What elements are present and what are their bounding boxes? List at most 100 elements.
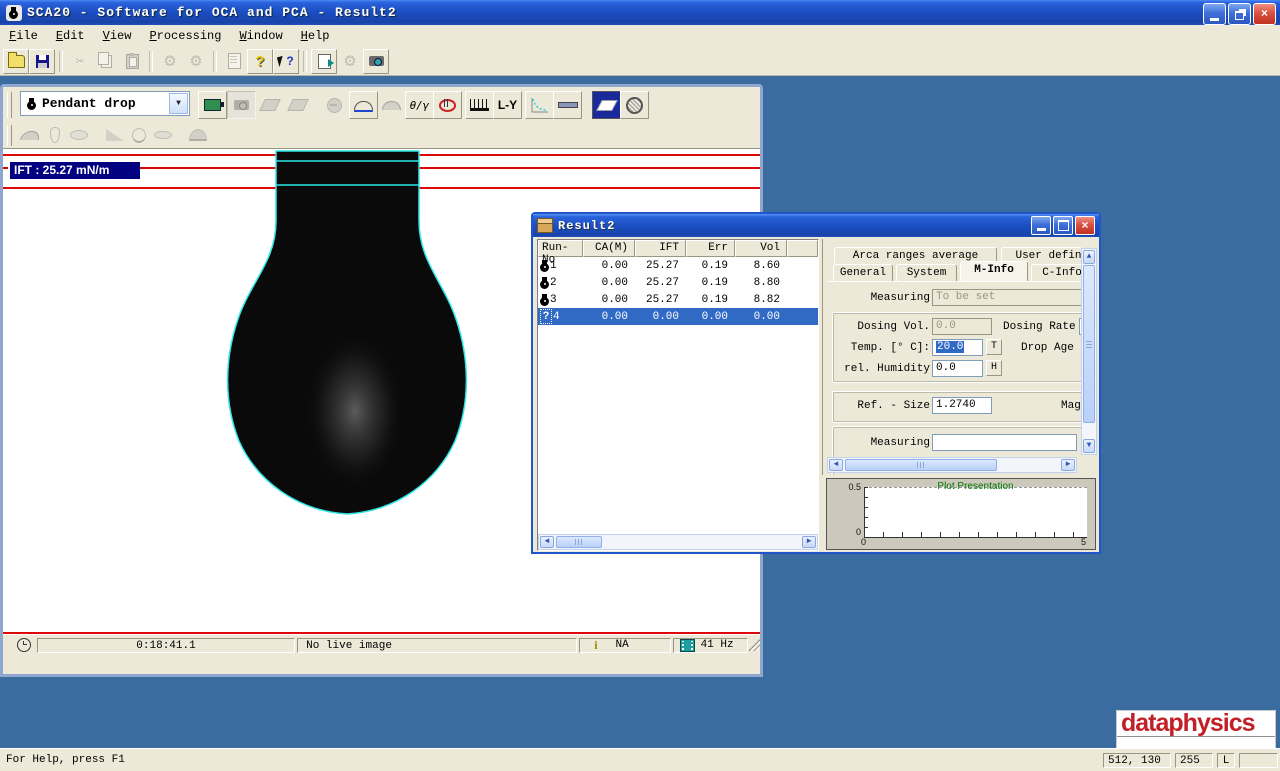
eraser-icon xyxy=(596,100,618,111)
snapshot-button[interactable] xyxy=(363,49,389,74)
open-file-button[interactable] xyxy=(3,49,29,74)
table-header-row: Run-No CA(M) IFT Err Vol xyxy=(538,240,818,257)
decay-curve-button[interactable] xyxy=(525,91,554,119)
dropdown-arrow-icon[interactable]: ▼ xyxy=(169,93,188,114)
toolbar-separator xyxy=(59,51,63,72)
toolbar-separator xyxy=(303,51,307,72)
captive-drop-button xyxy=(185,123,210,147)
laplace-young-button[interactable]: L-Y xyxy=(493,91,522,119)
cut-button: ✂ xyxy=(67,49,93,74)
scroll-thumb[interactable] xyxy=(556,536,602,548)
minimize-button[interactable] xyxy=(1203,3,1226,25)
plot-title: Plot Presentation xyxy=(864,481,1087,492)
scroll-left-button[interactable]: ◄ xyxy=(829,459,843,471)
theta-gamma-button[interactable]: θ/γ xyxy=(405,91,434,119)
freq-panel: 41 Hz xyxy=(673,638,749,653)
temp-selected-text: 20.0 xyxy=(936,341,964,353)
tab-c-info[interactable]: C-Info xyxy=(1031,264,1081,281)
humidity-field[interactable]: 0.0 xyxy=(932,360,983,377)
application-window: SCA20 - Software for OCA and PCA - Resul… xyxy=(0,0,1280,771)
video-camera-button[interactable] xyxy=(198,91,227,119)
circle-detect-button xyxy=(320,91,349,119)
scroll-right-button[interactable]: ► xyxy=(1061,459,1075,471)
dataphysics-logo: dataphysics dataphysics xyxy=(1116,710,1276,750)
scroll-up-button[interactable]: ▲ xyxy=(1083,250,1095,264)
resize-grip[interactable] xyxy=(748,639,760,651)
tab-system[interactable]: System xyxy=(896,264,957,281)
method-selector[interactable]: Pendant drop ▼ xyxy=(20,91,190,116)
manual-contour-button[interactable] xyxy=(433,91,462,119)
table-row[interactable]: 2 0.00 25.27 0.19 8.80 xyxy=(538,274,818,291)
context-help-button[interactable]: ? xyxy=(273,49,299,74)
tab-general[interactable]: General xyxy=(833,264,893,281)
restore-button[interactable] xyxy=(1228,3,1251,25)
film-icon xyxy=(680,639,695,652)
measuring-field[interactable]: To be set xyxy=(932,289,1081,306)
close-button[interactable]: × xyxy=(1253,3,1276,25)
eraser-button[interactable] xyxy=(592,91,621,119)
result2-close-button[interactable]: × xyxy=(1075,216,1095,235)
laplace-young-label: L-Y xyxy=(498,98,517,112)
y-max-label: 0.5 xyxy=(841,482,861,492)
humidity-label: rel. Humidity xyxy=(834,362,930,376)
copy-button xyxy=(93,49,119,74)
result2-titlebar[interactable]: Result2 × xyxy=(533,214,1099,237)
table-row-selected[interactable]: ?4 0.00 0.00 0.00 0.00 xyxy=(538,308,818,325)
table-row[interactable]: 1 0.00 25.27 0.19 8.60 xyxy=(538,257,818,274)
col-extra[interactable] xyxy=(787,240,818,257)
ref-size-field[interactable]: 1.2740 xyxy=(932,397,992,414)
baseline-ruler-button[interactable] xyxy=(465,91,494,119)
hand-ellipse-icon xyxy=(439,99,456,112)
help-icon: ? xyxy=(255,53,264,70)
col-ca[interactable]: CA(M) xyxy=(583,240,635,257)
arc-baseline-button[interactable] xyxy=(349,91,378,119)
col-run-no[interactable]: Run-No xyxy=(538,240,583,257)
video-camera-icon xyxy=(204,99,221,111)
circle-pattern-icon xyxy=(626,97,643,114)
scroll-thumb[interactable] xyxy=(1083,265,1095,423)
toolbar-grip[interactable] xyxy=(7,125,12,146)
temp-unit-button[interactable]: T xyxy=(986,339,1002,355)
result2-minimize-button[interactable] xyxy=(1031,216,1051,235)
table-row[interactable]: 3 0.00 25.27 0.19 8.82 xyxy=(538,291,818,308)
horizontal-line-button[interactable] xyxy=(553,91,582,119)
menu-help[interactable]: Help xyxy=(292,27,339,45)
temp-field[interactable]: 20.0 xyxy=(932,339,983,356)
dosing-vol-field[interactable]: 0.0 xyxy=(932,318,992,335)
col-err[interactable]: Err xyxy=(686,240,735,257)
main-titlebar[interactable]: SCA20 - Software for OCA and PCA - Resul… xyxy=(0,0,1280,25)
help-button[interactable]: ? xyxy=(247,49,273,74)
toolbar-grip[interactable] xyxy=(7,92,12,118)
contour-circle-button[interactable] xyxy=(620,91,649,119)
scroll-down-button[interactable]: ▼ xyxy=(1083,439,1095,453)
export-report-button[interactable] xyxy=(311,49,337,74)
menu-file[interactable]: File xyxy=(0,27,47,45)
col-vol[interactable]: Vol xyxy=(735,240,787,257)
scroll-left-button[interactable]: ◄ xyxy=(540,536,554,548)
circle-drop-button xyxy=(126,123,151,147)
tab-m-info[interactable]: M-Info xyxy=(960,261,1028,281)
scroll-right-button[interactable]: ► xyxy=(802,536,816,548)
menu-edit[interactable]: Edit xyxy=(47,27,94,45)
col-ift[interactable]: IFT xyxy=(635,240,686,257)
pendant-outline-button xyxy=(42,123,67,147)
live-image-status: No live image xyxy=(297,638,577,653)
run-drop-icon xyxy=(540,277,549,289)
measuring2-field[interactable] xyxy=(932,434,1077,451)
result2-maximize-button[interactable] xyxy=(1053,216,1073,235)
menu-view[interactable]: View xyxy=(94,27,141,45)
result2-window: Result2 × Run-No CA(M) IFT Err Vol xyxy=(531,212,1101,554)
mag-label: Mag xyxy=(1061,399,1081,413)
menu-window[interactable]: Window xyxy=(230,27,291,45)
table-h-scrollbar[interactable]: ◄ ► xyxy=(538,534,818,550)
panel-h-scrollbar[interactable]: ◄ ► xyxy=(827,457,1077,473)
scroll-thumb[interactable] xyxy=(845,459,997,471)
save-button[interactable] xyxy=(29,49,55,74)
menu-processing[interactable]: Processing xyxy=(140,27,230,45)
y-axis-ticks xyxy=(864,487,868,538)
x-max-label: 5 xyxy=(1081,537,1086,547)
panel-v-scrollbar[interactable]: ▲ ▼ xyxy=(1081,248,1097,455)
humidity-unit-button[interactable]: H xyxy=(986,360,1002,376)
y-min-label: 0 xyxy=(851,527,861,537)
snapshot-camera-button[interactable] xyxy=(227,91,256,119)
